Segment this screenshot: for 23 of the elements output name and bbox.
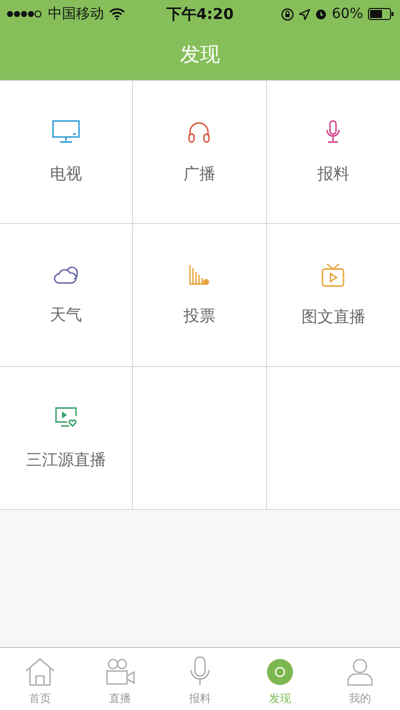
carrier-name: 中国移动 (48, 5, 104, 23)
wifi-icon (109, 8, 125, 20)
signal-icon (6, 9, 43, 19)
alarm-icon (314, 8, 327, 20)
battery-percent: 60% (332, 6, 363, 22)
battery-icon (368, 8, 394, 20)
microphone-icon (189, 656, 211, 686)
home-icon (25, 658, 55, 686)
person-icon (346, 658, 374, 686)
location-icon (298, 8, 310, 20)
menu-tile[interactable]: 三江源直播 (0, 367, 134, 510)
menu-tile[interactable]: 广播 (133, 81, 267, 224)
menu-tile[interactable]: 天气 (0, 224, 134, 367)
discover-icon (266, 658, 294, 686)
screen-title: 发现 (180, 40, 220, 68)
video-camera-icon (105, 658, 135, 686)
rotation-lock-icon (280, 8, 294, 20)
menu-tile[interactable]: 电视 (0, 81, 134, 224)
menu-tile[interactable]: 报料 (266, 81, 400, 224)
clock: 下午4:20 (166, 4, 234, 24)
menu-tile[interactable]: 投票 (133, 224, 267, 367)
menu-tile[interactable]: 图文直播 (266, 224, 400, 367)
tab[interactable]: 直播 (80, 648, 160, 710)
